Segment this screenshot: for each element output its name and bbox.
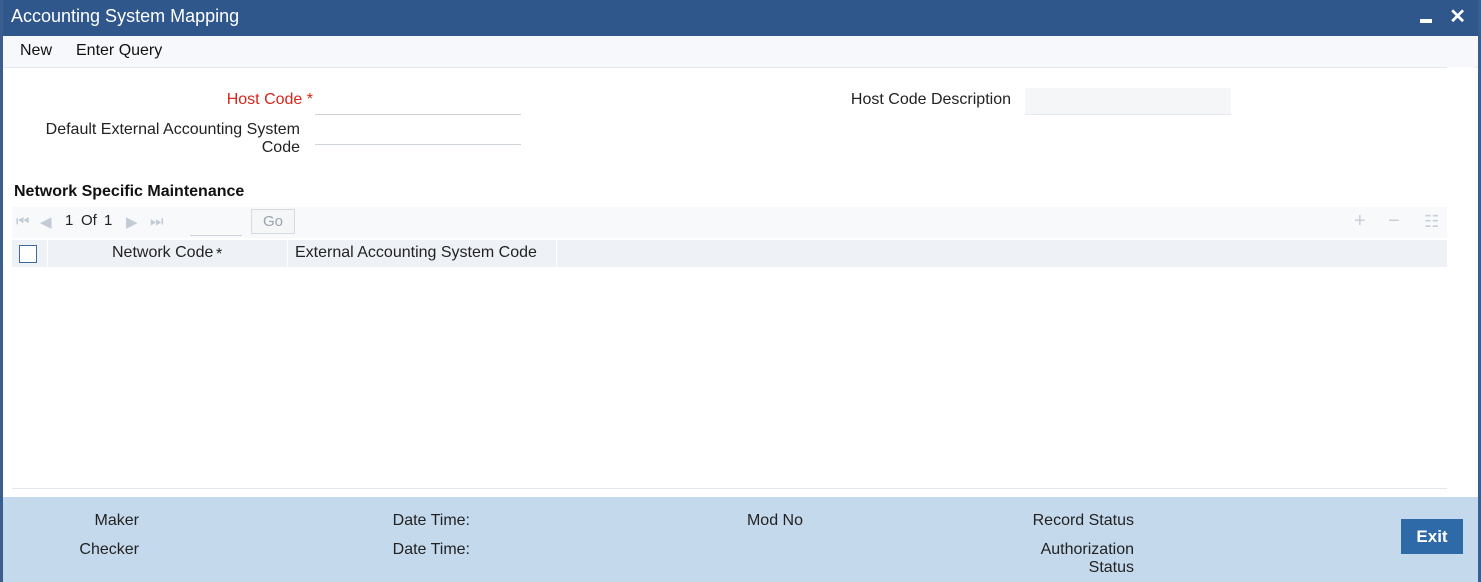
authorization-status-label: Authorization Status [993, 541, 1134, 577]
go-button[interactable]: Go [251, 209, 295, 234]
network-specific-maintenance-title: Network Specific Maintenance [14, 183, 245, 200]
checker-date-time-label: Date Time: [392, 541, 470, 558]
default-ext-acc-system-code-label: Default External Accounting System Code [23, 121, 300, 157]
pager-of-label: Of [81, 212, 97, 229]
next-page-icon[interactable]: ▶ [126, 213, 138, 231]
title-bar: Accounting System Mapping ✕ [3, 0, 1478, 36]
grid-body [12, 267, 1448, 489]
column-network-code-label: Network Code [112, 244, 214, 261]
minimize-icon[interactable] [1420, 6, 1432, 28]
default-ext-acc-system-code-input[interactable] [315, 118, 521, 145]
maker-label: Maker [94, 512, 139, 529]
host-code-input[interactable] [315, 88, 521, 115]
authorization-label-line-2: Status [1088, 559, 1134, 576]
select-all-cell [12, 240, 48, 267]
host-code-label-text: Host Code [226, 91, 303, 108]
authorization-label-line-1: Authorization [1040, 541, 1134, 558]
first-page-icon[interactable]: ⏮ [16, 213, 30, 230]
checker-label: Checker [79, 541, 139, 558]
window-title: Accounting System Mapping [11, 6, 240, 26]
column-external-accounting-system-code-label: External Accounting System Code [295, 244, 537, 261]
toolbar: New Enter Query [3, 36, 1478, 68]
close-icon[interactable]: ✕ [1449, 6, 1466, 28]
mod-no-label: Mod No [746, 512, 803, 529]
pager-current: 1 [65, 212, 74, 229]
enter-query-button[interactable]: Enter Query [76, 42, 162, 60]
last-page-icon[interactable]: ⏭ [150, 213, 164, 230]
add-row-icon[interactable]: + [1354, 210, 1366, 233]
label-line-2: Code [261, 139, 300, 156]
required-marker: * [306, 91, 313, 108]
previous-page-icon[interactable]: ◀ [40, 213, 52, 231]
host-code-description-field [1025, 88, 1231, 115]
host-code-description-label: Host Code Description [850, 91, 1011, 108]
maker-date-time-label: Date Time: [392, 512, 470, 529]
label-line-1: Default External Accounting System [45, 121, 300, 138]
delete-row-icon[interactable]: − [1388, 210, 1400, 233]
exit-button[interactable]: Exit [1401, 519, 1463, 554]
record-status-label: Record Status [1032, 512, 1134, 529]
page-number-input[interactable] [190, 211, 242, 236]
pager-total: 1 [104, 212, 113, 229]
scrollbar-track[interactable] [1447, 67, 1475, 497]
new-button[interactable]: New [20, 42, 52, 60]
required-marker: * [216, 246, 223, 263]
audit-footer: Maker Checker Date Time: Date Time: Mod … [3, 497, 1478, 582]
host-code-label: Host Code * [213, 91, 313, 109]
grid-pager-bar: ⏮ ◀ 1 Of 1 ▶ ⏭ Go + − ☷ [12, 207, 1448, 238]
column-network-code[interactable]: Network Code * [48, 240, 288, 267]
grid-header: Network Code * External Accounting Syste… [12, 240, 1448, 267]
column-external-accounting-system-code[interactable]: External Accounting System Code [288, 240, 557, 267]
single-view-icon[interactable]: ☷ [1424, 212, 1439, 232]
accounting-system-mapping-window: Accounting System Mapping ✕ New Enter Qu… [0, 0, 1481, 582]
select-all-checkbox[interactable] [19, 245, 37, 263]
